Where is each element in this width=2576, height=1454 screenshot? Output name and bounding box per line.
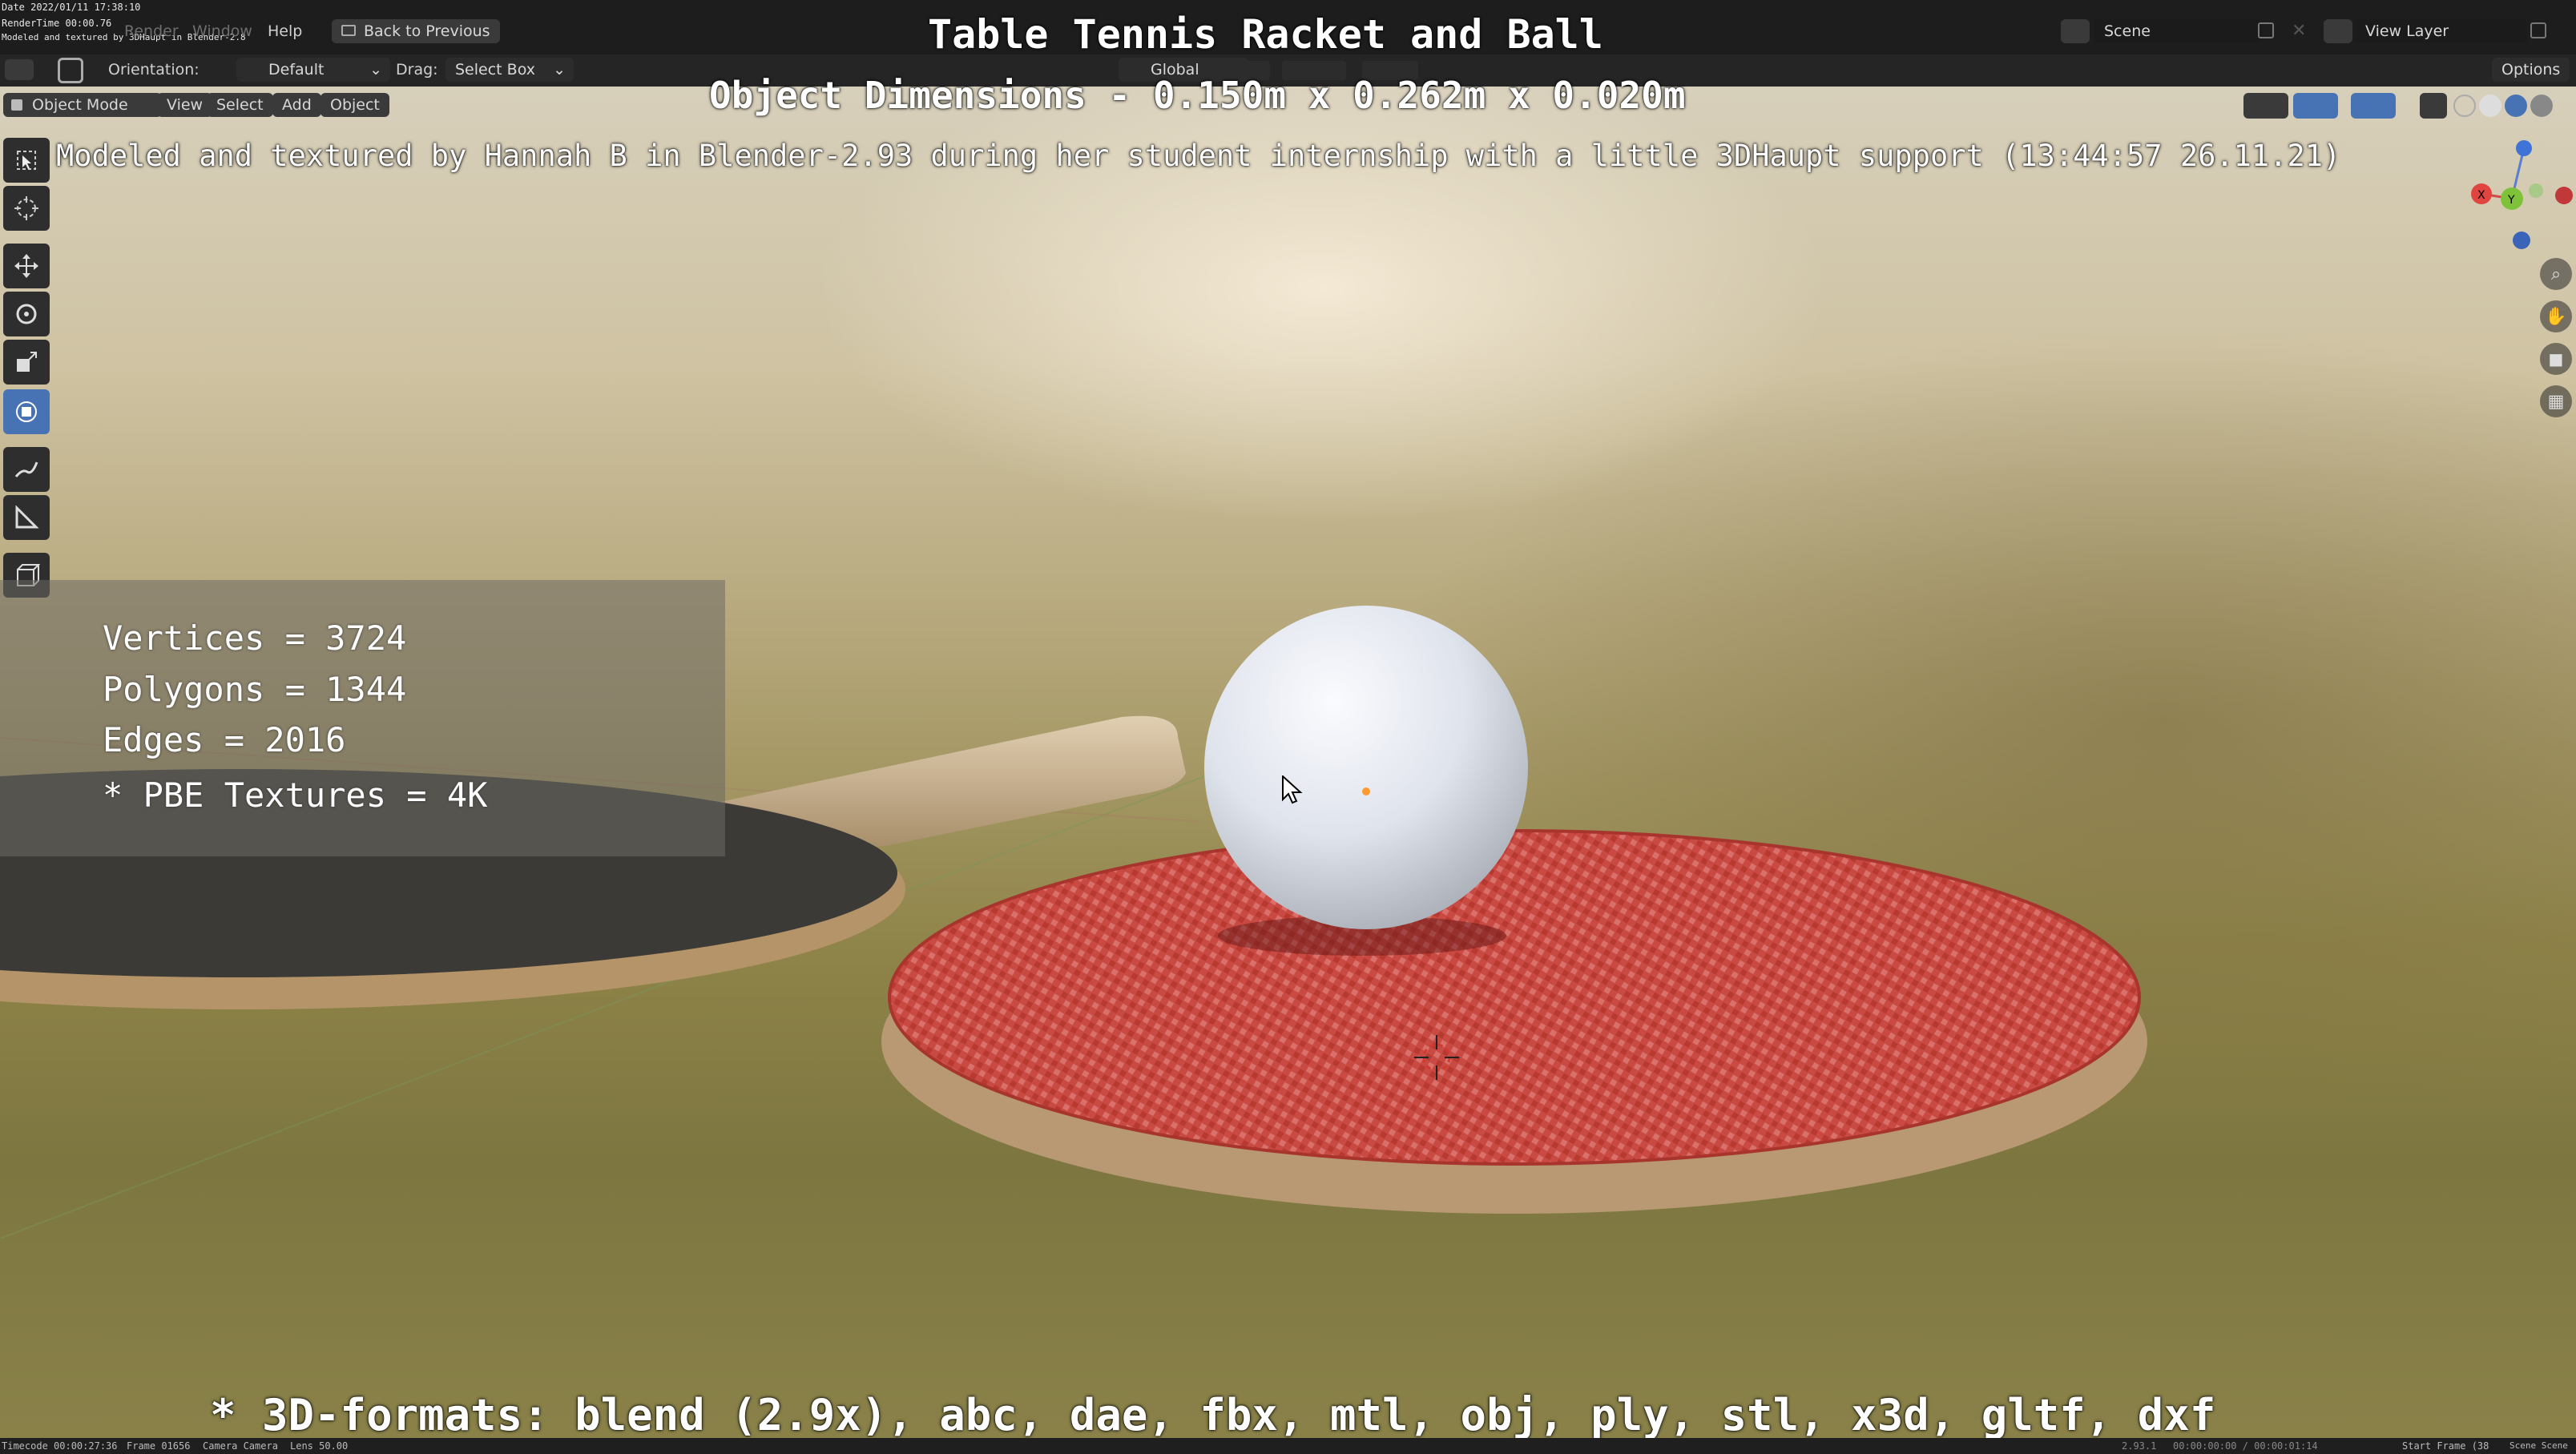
options-label: Options xyxy=(2501,61,2561,79)
status-timecode: Timecode 00:00:27:36 xyxy=(2,1440,118,1452)
wireframe-shading-icon[interactable] xyxy=(2453,95,2476,117)
view-layer-selector[interactable]: View Layer xyxy=(2356,19,2527,43)
camera-view-button[interactable]: ■ xyxy=(2540,343,2572,375)
solid-shading-icon[interactable] xyxy=(2479,95,2501,117)
select-box-tool[interactable] xyxy=(3,138,50,183)
status-lens: Lens 50.00 xyxy=(290,1440,349,1452)
add-menu-label: Add xyxy=(282,96,312,114)
menu-window[interactable]: Window xyxy=(192,22,252,40)
view-menu[interactable]: View xyxy=(157,93,213,117)
object-mode-dropdown[interactable]: Object Mode xyxy=(3,93,162,117)
zoom-icon: ⌕ xyxy=(2550,264,2562,284)
scale-icon xyxy=(17,352,37,372)
gizmo-icon[interactable] xyxy=(2293,93,2338,119)
scene-icon[interactable] xyxy=(2061,19,2090,43)
perspective-toggle-button[interactable]: ▦ xyxy=(2540,385,2572,417)
chevron-down-icon: ⌄ xyxy=(369,61,382,79)
rotate-tool[interactable] xyxy=(3,292,50,336)
object-menu[interactable]: Object xyxy=(320,93,389,117)
overlay-credit: Modeled and textured by Hannah B in Blen… xyxy=(56,139,2341,173)
close-scene-icon[interactable]: ✕ xyxy=(2292,21,2306,41)
camera-icon: ■ xyxy=(2548,349,2564,369)
editor-type-icon[interactable] xyxy=(5,59,34,80)
overlay-formats: * 3D-formats: blend (2.9x), abc, dae, fb… xyxy=(210,1390,2216,1440)
transform-icon xyxy=(16,401,37,422)
menu-render[interactable]: Render xyxy=(124,22,179,40)
orientation-label: Orientation: xyxy=(108,61,200,79)
measure-tool[interactable] xyxy=(3,495,50,540)
status-time: 00:00:00:00 / 00:00:01:14 xyxy=(2173,1440,2318,1452)
transform-tool[interactable] xyxy=(3,389,50,434)
select-menu-label: Select xyxy=(216,96,264,114)
add-menu[interactable]: Add xyxy=(272,93,321,117)
status-start-frame: Start Frame (38 xyxy=(2402,1440,2489,1452)
render-date: Date 2022/01/11 17:38:10 xyxy=(2,2,141,13)
select-box-icon xyxy=(17,151,36,170)
status-camera: Camera Camera xyxy=(203,1440,278,1452)
mode-value: Object Mode xyxy=(32,96,128,114)
scene-selector[interactable]: Scene xyxy=(2094,19,2262,43)
active-tool-icon[interactable] xyxy=(58,58,83,83)
status-frame: Frame 01656 xyxy=(127,1440,191,1452)
select-menu[interactable]: Select xyxy=(207,93,273,117)
cursor-tool[interactable] xyxy=(3,186,50,231)
window-icon xyxy=(341,25,356,36)
move-tool[interactable] xyxy=(3,244,50,288)
back-to-previous-label: Back to Previous xyxy=(364,22,490,40)
rotate-icon xyxy=(16,304,37,324)
drag-label: Drag: xyxy=(396,61,438,79)
overlay-icon[interactable] xyxy=(2351,93,2396,119)
pan-button[interactable]: ✋ xyxy=(2540,300,2572,332)
back-to-previous-button[interactable]: Back to Previous xyxy=(332,19,500,43)
status-version: 2.93.1 xyxy=(2122,1440,2157,1452)
orientation-value: Default xyxy=(268,61,325,79)
measure-icon xyxy=(15,505,39,529)
menu-help[interactable]: Help xyxy=(268,22,302,40)
cursor-icon xyxy=(14,196,38,220)
status-bar: Timecode 00:00:27:36 Frame 01656 Camera … xyxy=(0,1438,2576,1454)
move-icon xyxy=(14,254,38,278)
render-time: RenderTime 00:00.76 xyxy=(2,18,112,29)
x-axis-icon: X xyxy=(2477,189,2485,202)
stat-polygons: Polygons = 1344 xyxy=(103,670,407,709)
visibility-icon[interactable] xyxy=(2243,93,2288,119)
status-scene: Scene Scene xyxy=(2509,1440,2568,1451)
drag-dropdown[interactable]: Select Box ⌄ xyxy=(445,58,574,82)
stat-edges: Edges = 2016 xyxy=(103,720,346,759)
object-menu-label: Object xyxy=(330,96,380,114)
stats-panel: Vertices = 3724 Polygons = 1344 Edges = … xyxy=(0,580,725,856)
orientation-dropdown[interactable]: Default ⌄ xyxy=(236,58,390,82)
view-layer-icon[interactable] xyxy=(2324,19,2352,43)
zoom-button[interactable]: ⌕ xyxy=(2540,258,2572,290)
drag-value: Select Box xyxy=(455,61,535,79)
object-mode-icon xyxy=(11,99,22,111)
stat-vertices: Vertices = 3724 xyxy=(103,618,407,658)
stat-textures: * PBE Textures = 4K xyxy=(103,775,488,815)
annotate-tool[interactable] xyxy=(3,447,50,492)
overlay-dimensions: Object Dimensions - 0.150m x 0.262m x 0.… xyxy=(709,74,1686,117)
grid-icon: ▦ xyxy=(2547,391,2565,412)
overlay-title: Table Tennis Racket and Ball xyxy=(928,11,1603,58)
navigation-gizmo[interactable]: X Y xyxy=(2464,136,2576,256)
scene-label: Scene xyxy=(2104,22,2151,40)
scale-tool[interactable] xyxy=(3,340,50,385)
material-shading-icon[interactable] xyxy=(2505,95,2527,117)
rendered-shading-icon[interactable] xyxy=(2530,95,2553,117)
mouse-pointer-icon xyxy=(1282,775,1303,804)
view-menu-label: View xyxy=(167,96,204,114)
chevron-down-icon: ⌄ xyxy=(553,61,566,79)
annotate-icon xyxy=(14,461,38,477)
options-button[interactable]: Options xyxy=(2492,58,2570,82)
xray-icon[interactable] xyxy=(2420,93,2447,119)
new-scene-icon[interactable] xyxy=(2258,22,2274,38)
hand-icon: ✋ xyxy=(2545,306,2567,327)
y-axis-icon: Y xyxy=(2507,194,2515,207)
new-view-layer-icon[interactable] xyxy=(2530,22,2546,38)
view-layer-label: View Layer xyxy=(2365,22,2449,40)
